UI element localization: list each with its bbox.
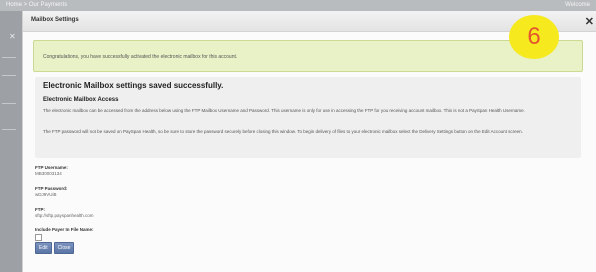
include-payer-checkbox[interactable]	[35, 234, 42, 241]
ftp-password-value: wDJ9VUiB	[35, 192, 57, 197]
access-paragraph: The electronic mailbox can be accessed f…	[43, 108, 525, 113]
saved-heading: Electronic Mailbox settings saved succes…	[43, 81, 224, 90]
ftp-address-field: FTP: sftp://sftp.payspanhealth.com	[35, 207, 94, 218]
background-divider	[2, 57, 16, 58]
background-breadcrumb: Home > Our Payments	[6, 2, 68, 8]
info-panel: Electronic Mailbox settings saved succes…	[35, 77, 581, 158]
ftp-address-label: FTP:	[35, 207, 45, 212]
background-header-bar: Home > Our Payments Welcome	[0, 0, 596, 11]
close-icon[interactable]: ✕	[585, 15, 594, 28]
include-payer-label: Include Payer In File Name:	[35, 227, 94, 232]
dialog-buttons: Edit Close	[35, 242, 75, 254]
background-user-text: Welcome	[565, 2, 590, 8]
background-divider	[2, 129, 16, 130]
background-close-icon: ✕	[9, 32, 16, 41]
ftp-username-label: FTP Username:	[35, 165, 68, 170]
success-notice: Congratulations, you have successfully a…	[33, 40, 583, 72]
close-button[interactable]: Close	[53, 242, 75, 254]
success-notice-text: Congratulations, you have successfully a…	[43, 54, 238, 60]
ftp-address-value: sftp://sftp.payspanhealth.com	[35, 213, 94, 218]
ftp-password-label: FTP Password:	[35, 186, 68, 191]
step-number-badge: 6	[509, 15, 559, 59]
background-divider	[2, 103, 16, 104]
ftp-password-field: FTP Password: wDJ9VUiB	[35, 186, 67, 197]
ftp-username-field: FTP Username: MB30003134	[35, 165, 68, 176]
edit-button[interactable]: Edit	[35, 242, 52, 254]
mailbox-settings-dialog: Mailbox Settings ✕ Congratulations, you …	[22, 11, 596, 272]
password-paragraph: The FTP password will not be saved on Pa…	[43, 129, 523, 134]
access-subheading: Electronic Mailbox Access	[43, 97, 119, 103]
background-divider	[2, 75, 16, 76]
ftp-username-value: MB30003134	[35, 171, 62, 176]
dialog-title: Mailbox Settings	[31, 17, 79, 23]
background-sidebar: ✕	[0, 11, 22, 272]
include-payer-field: Include Payer In File Name:	[35, 227, 94, 241]
